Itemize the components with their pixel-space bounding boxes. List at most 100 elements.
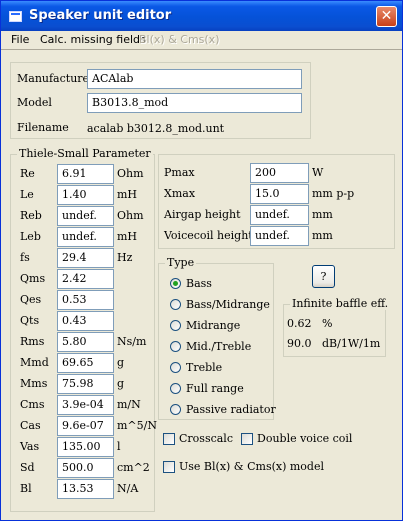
vas-unit: l — [117, 440, 121, 453]
sd-input[interactable]: 500.0 — [57, 458, 114, 478]
bl-unit: N/A — [117, 482, 139, 495]
double-voice-coil-checkbox[interactable] — [241, 433, 253, 445]
title-bar[interactable]: Speaker unit editor ✕ — [1, 1, 402, 31]
rms-input[interactable]: 5.80 — [57, 332, 114, 352]
cas-label: Cas — [20, 419, 41, 432]
use-blx-model-label[interactable]: Use Bl(x) & Cms(x) model — [179, 460, 324, 473]
voicecoil-height-input[interactable]: undef. — [250, 226, 309, 246]
model-label: Model — [17, 96, 52, 109]
voicecoil-height-label: Voicecoil height — [164, 229, 253, 242]
close-button[interactable]: ✕ — [376, 6, 397, 27]
xmax-label: Xmax — [164, 187, 196, 200]
mms-input[interactable]: 75.98 — [57, 374, 114, 394]
type-label-treble[interactable]: Treble — [186, 361, 222, 374]
voicecoil-height-unit: mm — [312, 229, 333, 242]
le-label: Le — [20, 188, 34, 201]
infinite-baffle-title: Infinite baffle eff. — [290, 297, 391, 310]
sd-label: Sd — [20, 461, 35, 474]
use-blx-model-checkbox[interactable] — [163, 461, 175, 473]
type-label-midrange[interactable]: Midrange — [186, 319, 240, 332]
type-label-passive-radiator[interactable]: Passive radiator — [186, 403, 276, 416]
type-radio-midrange[interactable] — [170, 320, 181, 331]
type-radio-treble[interactable] — [170, 362, 181, 373]
type-label-mid-treble[interactable]: Mid./Treble — [186, 340, 251, 353]
fs-unit: Hz — [117, 251, 133, 264]
menu-separator — [1, 49, 402, 50]
sensitivity-value: 90.0 — [287, 337, 312, 350]
qms-input[interactable]: 2.42 — [57, 269, 114, 289]
leb-label: Leb — [20, 230, 41, 243]
cms-input[interactable]: 3.9e-04 — [57, 395, 114, 415]
le-unit: mH — [117, 188, 138, 201]
re-label: Re — [20, 167, 35, 180]
re-unit: Ohm — [117, 167, 144, 180]
efficiency-percent-unit: % — [322, 317, 333, 330]
type-radio-bass-midrange[interactable] — [170, 299, 181, 310]
power-excursion-group: Pmax 200 W Xmax 15.0 mm p-p Airgap height undef… — [158, 154, 395, 249]
reb-label: Reb — [20, 209, 42, 222]
cms-unit: m/N — [117, 398, 141, 411]
filename-value: acalab b3012.8_mod.unt — [87, 122, 225, 135]
menu-file[interactable]: File — [11, 33, 29, 46]
type-radio-mid-treble[interactable] — [170, 341, 181, 352]
fs-label: fs — [20, 251, 30, 264]
type-title: Type — [165, 256, 197, 269]
xmax-input[interactable]: 15.0 — [250, 184, 309, 204]
crosscalc-label[interactable]: Crosscalc — [179, 432, 233, 445]
efficiency-percent-value: 0.62 — [287, 317, 312, 330]
airgap-height-input[interactable]: undef. — [250, 205, 309, 225]
mms-unit: g — [117, 377, 125, 390]
reb-unit: Ohm — [117, 209, 144, 222]
manufacturer-input[interactable]: ACAlab — [87, 69, 302, 89]
xmax-unit: mm p-p — [312, 187, 355, 200]
unit-info-group: Manufacturer ACAlab Model B3013.8_mod Fi… — [10, 62, 311, 139]
type-group: Type Bass Bass/Midrange Midrange Mid./Trebl… — [158, 256, 276, 420]
vas-input[interactable]: 135.00 — [57, 437, 114, 457]
sensitivity-unit: dB/1W/1m — [322, 337, 381, 350]
qts-input[interactable]: 0.43 — [57, 311, 114, 331]
mmd-unit: g — [117, 356, 125, 369]
sd-unit: cm^2 — [117, 461, 150, 474]
qms-label: Qms — [20, 272, 46, 285]
airgap-height-unit: mm — [312, 208, 333, 221]
thiele-small-group: Thiele-Small Parameter Re 6.91 Ohm Le 1.40 mH… — [10, 147, 157, 512]
mmd-input[interactable]: 69.65 — [57, 353, 114, 373]
thiele-small-title: Thiele-Small Parameter — [17, 147, 153, 160]
menu-calc-missing-fields[interactable]: Calc. missing fields — [40, 33, 146, 46]
help-button[interactable]: ? — [312, 265, 335, 288]
filename-label: Filename — [17, 121, 69, 134]
reb-input[interactable]: undef. — [57, 206, 114, 226]
airgap-height-label: Airgap height — [164, 208, 241, 221]
qes-label: Qes — [20, 293, 42, 306]
mmd-label: Mmd — [20, 356, 49, 369]
window-icon — [9, 11, 22, 22]
leb-input[interactable]: undef. — [57, 227, 114, 247]
cas-input[interactable]: 9.6e-07 — [57, 416, 114, 436]
type-label-full-range[interactable]: Full range — [186, 382, 244, 395]
type-label-bass[interactable]: Bass — [186, 277, 212, 290]
model-input[interactable]: B3013.8_mod — [87, 93, 302, 113]
window-title: Speaker unit editor — [29, 8, 172, 23]
crosscalc-checkbox[interactable] — [163, 433, 175, 445]
rms-label: Rms — [20, 335, 45, 348]
mms-label: Mms — [20, 377, 48, 390]
type-radio-passive-radiator[interactable] — [170, 404, 181, 415]
qts-label: Qts — [20, 314, 40, 327]
rms-unit: Ns/m — [117, 335, 147, 348]
speaker-unit-editor-window: Speaker unit editor ✕ File Calc. missing… — [0, 0, 403, 521]
cms-label: Cms — [20, 398, 45, 411]
menu-bar: File Calc. missing fields Bl(x) & Cms(x) — [1, 31, 402, 49]
bl-label: Bl — [20, 482, 32, 495]
re-input[interactable]: 6.91 — [57, 164, 114, 184]
double-voice-coil-label[interactable]: Double voice coil — [257, 432, 352, 445]
infinite-baffle-group: Infinite baffle eff. 0.62 % 90.0 dB/1W/1… — [283, 297, 391, 357]
le-input[interactable]: 1.40 — [57, 185, 114, 205]
type-label-bass-midrange[interactable]: Bass/Midrange — [186, 298, 270, 311]
menu-blx-cmsx: Bl(x) & Cms(x) — [139, 33, 220, 46]
bl-input[interactable]: 13.53 — [57, 479, 114, 499]
type-radio-bass[interactable] — [170, 278, 181, 289]
pmax-input[interactable]: 200 — [250, 163, 309, 183]
fs-input[interactable]: 29.4 — [57, 248, 114, 268]
type-radio-full-range[interactable] — [170, 383, 181, 394]
qes-input[interactable]: 0.53 — [57, 290, 114, 310]
